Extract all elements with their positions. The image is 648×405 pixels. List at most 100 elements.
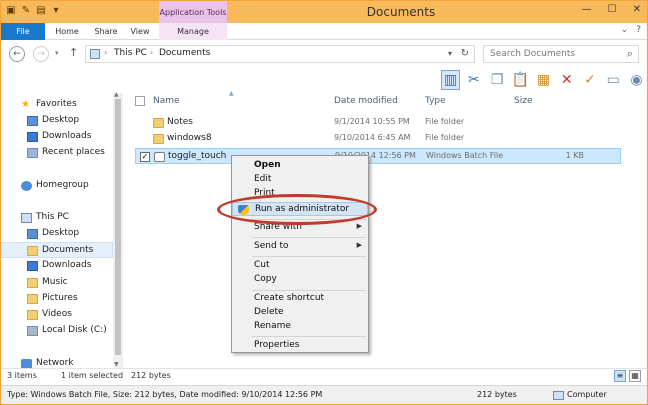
nav-homegroup[interactable]: Homegroup	[1, 178, 113, 194]
nav-pc-desktop[interactable]: Desktop	[1, 226, 113, 242]
folder-icon	[153, 118, 164, 128]
expand-ribbon-icon[interactable]: ⌄	[621, 25, 629, 35]
breadcrumb-documents[interactable]: Documents	[159, 48, 210, 58]
large-icons-view-icon[interactable]: ▦	[629, 370, 641, 382]
delete-icon[interactable]: ✕	[557, 70, 576, 90]
forward-button[interactable]: →	[33, 46, 49, 62]
scroll-down-icon[interactable]: ▼	[114, 361, 119, 368]
menu-item-create-shortcut[interactable]: Create shortcut	[232, 292, 368, 306]
tab-home[interactable]: Home	[49, 23, 85, 40]
application-tools-header: Application Tools	[159, 1, 227, 23]
column-date-modified[interactable]: Date modified	[334, 96, 398, 106]
customize-qat-icon[interactable]: ▾	[50, 5, 62, 17]
homegroup-icon	[21, 181, 32, 191]
nav-this-pc[interactable]: This PC	[1, 210, 113, 226]
new-folder-icon[interactable]: ▤	[35, 5, 47, 17]
nav-pc-pictures[interactable]: Pictures	[1, 291, 113, 307]
menu-item-open[interactable]: Open	[232, 159, 368, 173]
folder-icon[interactable]: ▣	[5, 5, 17, 17]
paste-icon[interactable]: 📋	[511, 70, 530, 90]
nav-pc-documents[interactable]: Documents	[1, 242, 113, 258]
minimize-button[interactable]: —	[582, 4, 592, 15]
cut-icon[interactable]: ✂	[464, 70, 483, 90]
view-toggle: ≡ ▦	[614, 370, 641, 382]
menu-separator	[252, 336, 366, 337]
status-item-count: 3 items	[7, 371, 37, 380]
recent-places-icon	[27, 148, 38, 158]
search-placeholder: Search Documents	[490, 49, 576, 59]
close-button[interactable]: ✕	[633, 4, 641, 15]
list-item-selected[interactable]: ✓ toggle_touch 9/10/2014 12:56 PM Window…	[135, 148, 621, 164]
help-icon[interactable]: ?	[636, 25, 641, 35]
address-bar[interactable]: › This PC › Documents ▾ ↻	[85, 45, 475, 63]
list-item[interactable]: Notes 9/1/2014 10:55 PM File folder	[135, 115, 621, 131]
menu-item-send-to[interactable]: Send to ▶	[232, 240, 368, 254]
nav-pc-downloads[interactable]: Downloads	[1, 258, 113, 274]
details-location: Computer	[567, 390, 607, 399]
menu-separator	[252, 256, 366, 257]
details-bar: Type: Windows Batch File, Size: 212 byte…	[1, 385, 647, 404]
checkmark-icon[interactable]: ✓	[580, 70, 599, 90]
nav-pane-scrollbar[interactable]: ▲ ▼	[113, 91, 123, 368]
quick-access-toolbar: ▣ ✎ ▤ ▾	[5, 5, 62, 17]
disk-icon	[27, 326, 38, 336]
breadcrumb-this-pc[interactable]: This PC	[114, 48, 147, 58]
tab-file[interactable]: File	[1, 23, 45, 40]
navigation-pane: ★ Favorites Desktop Downloads Recent pla…	[1, 93, 123, 369]
menu-item-edit[interactable]: Edit	[232, 173, 368, 187]
nav-pc-videos[interactable]: Videos	[1, 307, 113, 323]
scrollbar-thumb[interactable]	[115, 99, 121, 355]
scroll-up-icon[interactable]: ▲	[114, 91, 119, 98]
details-text: Type: Windows Batch File, Size: 212 byte…	[7, 390, 323, 399]
menu-item-copy[interactable]: Copy	[232, 273, 368, 287]
documents-folder-icon	[27, 246, 38, 256]
nav-favorites[interactable]: ★ Favorites	[1, 97, 113, 113]
refresh-icon[interactable]: ↻	[461, 48, 469, 59]
back-button[interactable]: ←	[9, 46, 25, 62]
downloads-icon	[27, 132, 38, 142]
tab-manage[interactable]: Manage	[159, 23, 227, 40]
preview-pane-icon[interactable]: ▥	[441, 70, 461, 90]
menu-item-properties[interactable]: Properties	[232, 339, 368, 353]
folder-icon	[153, 134, 164, 144]
properties-icon[interactable]: ✎	[20, 5, 32, 17]
up-button[interactable]: ↑	[69, 46, 78, 59]
item-checkbox[interactable]: ✓	[140, 152, 150, 162]
menu-item-delete[interactable]: Delete	[232, 306, 368, 320]
copy-icon[interactable]: ❐	[488, 70, 507, 90]
menu-item-rename[interactable]: Rename	[232, 320, 368, 334]
desktop-icon	[27, 229, 38, 239]
menu-item-cut[interactable]: Cut	[232, 259, 368, 273]
this-pc-icon	[90, 49, 100, 59]
search-input[interactable]: Search Documents ⌕	[483, 45, 639, 63]
maximize-button[interactable]: ☐	[608, 4, 617, 15]
menu-separator	[252, 237, 366, 238]
select-all-checkbox[interactable]	[135, 96, 145, 106]
clipboard-icon[interactable]: ▦	[534, 70, 553, 90]
pictures-folder-icon	[27, 294, 38, 304]
downloads-icon	[27, 261, 38, 271]
navigation-bar: ← → ▾ ↑ › This PC › Documents ▾ ↻ Search…	[1, 41, 647, 67]
menu-separator	[252, 290, 366, 291]
nav-desktop[interactable]: Desktop	[1, 113, 113, 129]
rename-icon[interactable]: ▭	[604, 70, 623, 90]
address-dropdown-icon[interactable]: ▾	[448, 49, 452, 58]
status-bar: 3 items 1 item selected 212 bytes ≡ ▦	[1, 368, 647, 384]
recent-locations-chevron-icon[interactable]: ▾	[55, 49, 59, 57]
nav-downloads[interactable]: Downloads	[1, 129, 113, 145]
nav-pc-local-disk[interactable]: Local Disk (C:)	[1, 323, 113, 339]
list-item[interactable]: windows8 9/10/2014 6:45 AM File folder	[135, 131, 621, 147]
nav-recent-places[interactable]: Recent places	[1, 145, 113, 161]
details-view-icon[interactable]: ≡	[614, 370, 626, 382]
column-name[interactable]: Name	[153, 96, 180, 106]
submenu-arrow-icon: ▶	[356, 241, 362, 249]
shell-icon[interactable]: ◉	[627, 70, 646, 90]
tab-view[interactable]: View	[125, 23, 155, 40]
submenu-arrow-icon: ▶	[356, 222, 362, 230]
column-type[interactable]: Type	[425, 96, 446, 106]
nav-pc-music[interactable]: Music	[1, 275, 113, 291]
tab-share[interactable]: Share	[89, 23, 123, 40]
column-size[interactable]: Size	[514, 96, 532, 106]
videos-folder-icon	[27, 310, 38, 320]
file-list: Name ▲ Date modified Type Size Notes 9/1…	[125, 90, 647, 368]
